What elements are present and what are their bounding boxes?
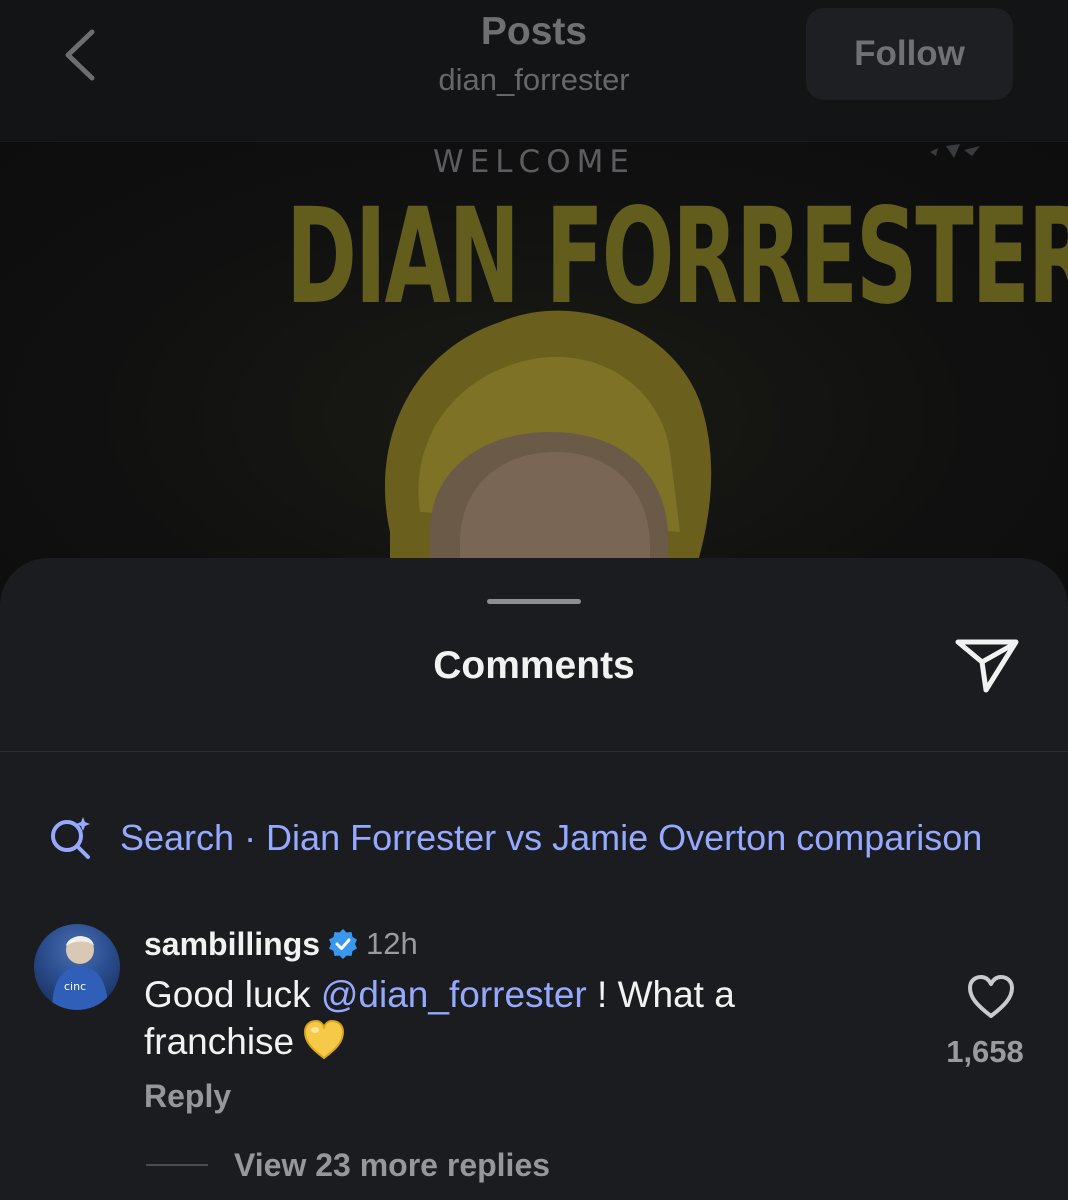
ai-search-icon <box>51 817 90 859</box>
share-button[interactable] <box>952 634 1022 696</box>
send-icon <box>955 639 1019 693</box>
verified-badge-icon <box>329 929 358 959</box>
comments-title: Comments <box>433 644 635 687</box>
comment-mention-link[interactable]: @dian_forrester <box>321 974 587 1015</box>
chevron-left-icon <box>65 29 95 81</box>
sheet-drag-handle[interactable] <box>487 599 581 604</box>
comment-username[interactable]: sambillings <box>144 926 320 963</box>
top-nav-bar: Posts dian_forrester Follow <box>0 0 1068 142</box>
reply-button[interactable]: Reply <box>144 1078 231 1115</box>
view-replies-label: View 23 more replies <box>234 1146 551 1183</box>
comment-timestamp: 12h <box>366 926 418 961</box>
svg-text:cinc: cinc <box>64 980 86 993</box>
post-welcome-text: WELCOME <box>433 144 635 180</box>
back-button[interactable] <box>56 22 112 88</box>
heart-outline-icon <box>968 975 1014 1018</box>
comment-header: sambillings 12h <box>144 924 418 964</box>
view-replies-button[interactable]: View 23 more replies <box>146 1140 550 1190</box>
yellow-heart-emoji-icon <box>304 1019 345 1060</box>
like-count: 1,658 <box>946 1034 1024 1069</box>
comments-sheet: Comments Search · Dian Forrester vs Jami… <box>0 558 1068 1200</box>
search-suggestion[interactable]: Search · Dian Forrester vs Jamie Overton… <box>48 810 1068 866</box>
avatar-image: cinc <box>52 936 108 1010</box>
post-comments-screen: Posts dian_forrester Follow WELCOME DIAN… <box>0 0 1068 1200</box>
like-button[interactable] <box>966 972 1016 1022</box>
sheet-divider <box>0 751 1068 752</box>
avatar[interactable]: cinc <box>34 924 120 1010</box>
comment-text-before: Good luck <box>144 974 321 1015</box>
search-suggestion-text: Search · Dian Forrester vs Jamie Overton… <box>120 817 983 858</box>
comment-text: Good luck @dian_forrester ! What a franc… <box>144 972 864 1065</box>
follow-button[interactable]: Follow <box>806 8 1013 100</box>
replies-connector-line <box>146 1164 208 1166</box>
team-logo-fragment-icon <box>930 144 980 158</box>
